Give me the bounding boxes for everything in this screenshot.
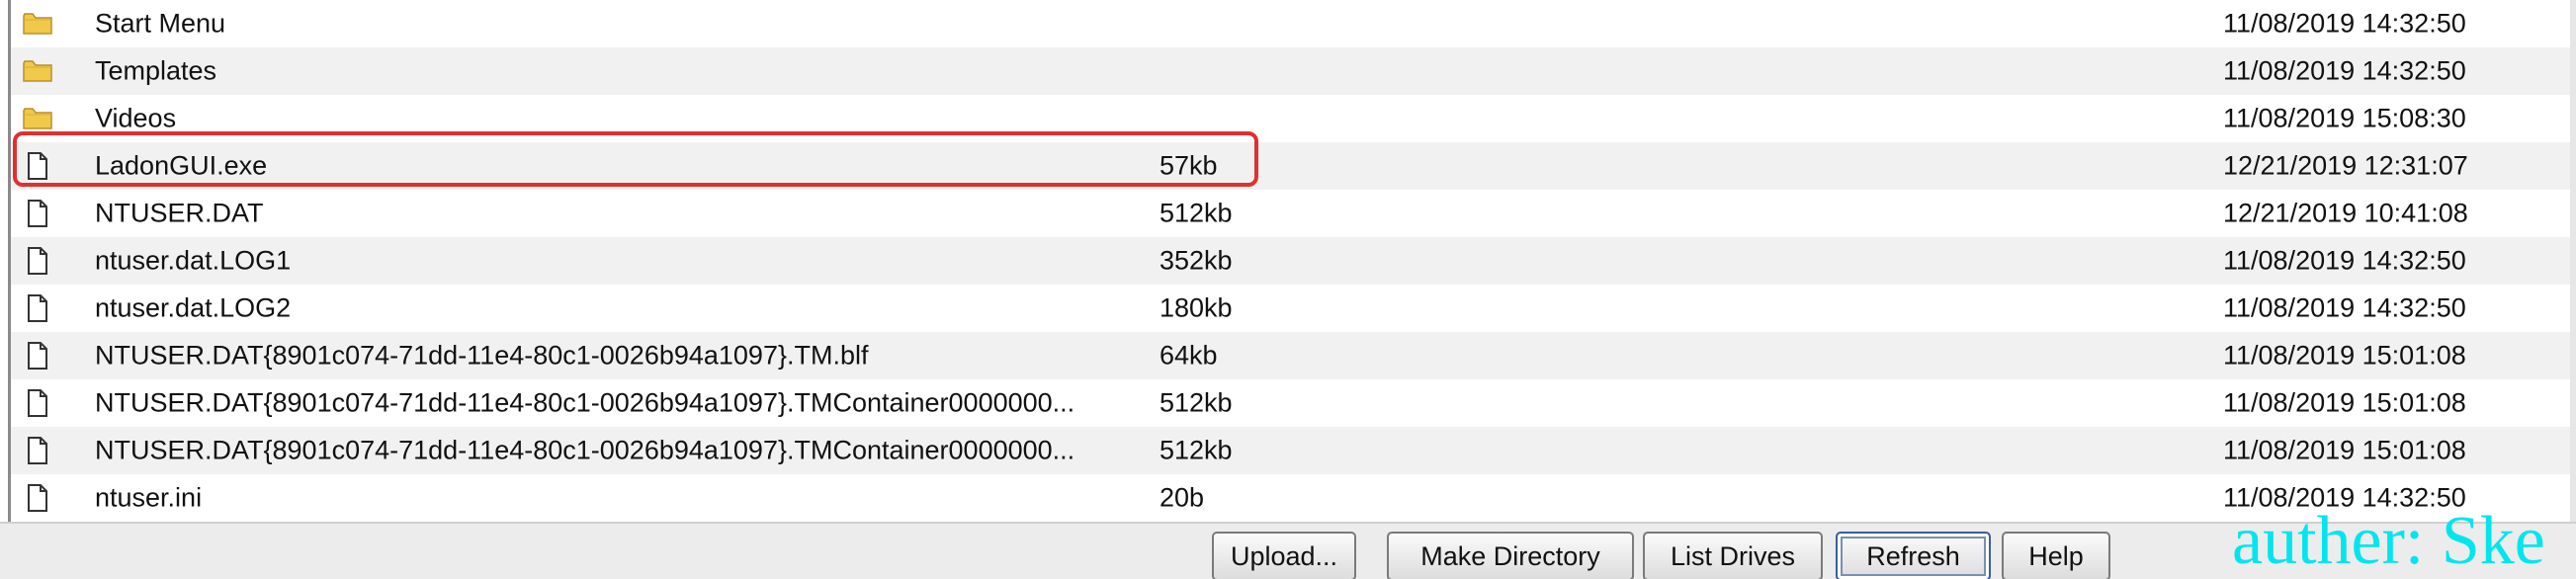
folder-icon [20,55,55,87]
file-row[interactable]: NTUSER.DAT{8901c074-71dd-11e4-80c1-0026b… [11,427,2576,474]
file-date: 11/08/2019 14:32:50 [2223,8,2466,39]
file-icon [20,292,55,324]
file-icon [20,387,55,419]
help-button[interactable]: Help [2002,532,2110,579]
folder-row[interactable]: Templates 11/08/2019 14:32:50 [11,47,2576,95]
file-date: 12/21/2019 12:31:07 [2223,150,2468,181]
file-date: 11/08/2019 15:01:08 [2223,387,2466,418]
file-icon [20,150,55,182]
file-list: Start Menu 11/08/2019 14:32:50 Templates 11… [11,0,2576,522]
file-name[interactable]: ntuser.dat.LOG1 [95,246,291,277]
file-row[interactable]: ntuser.ini 20b 11/08/2019 14:32:50 [11,474,2576,522]
button-bar: Upload... Make Directory List Drives Ref… [0,522,2576,579]
file-size: 352kb [1159,245,1233,276]
file-date: 11/08/2019 14:32:50 [2223,55,2466,86]
file-size: 512kb [1159,387,1233,418]
file-size: 512kb [1159,435,1233,465]
file-name[interactable]: NTUSER.DAT{8901c074-71dd-11e4-80c1-0026b… [95,341,869,372]
file-size: 180kb [1159,292,1233,323]
file-name[interactable]: Templates [95,56,216,87]
file-size: 64kb [1159,340,1218,371]
list-drives-button[interactable]: List Drives [1643,532,1823,579]
folder-icon [20,8,55,40]
folder-icon [20,103,55,134]
refresh-button[interactable]: Refresh [1836,532,1991,579]
file-size: 512kb [1159,198,1233,228]
file-icon [20,198,55,229]
file-name[interactable]: NTUSER.DAT [95,199,264,229]
file-name[interactable]: ntuser.ini [95,483,202,514]
file-icon [20,435,55,466]
upload-button[interactable]: Upload... [1212,532,1356,579]
file-row[interactable]: NTUSER.DAT 512kb 12/21/2019 10:41:08 [11,190,2576,237]
file-date: 12/21/2019 10:41:08 [2223,198,2468,228]
watermark-text: auther: Ske [2232,503,2545,579]
file-date: 11/08/2019 14:32:50 [2223,292,2466,323]
file-icon [20,340,55,372]
file-manager-window: Start Menu 11/08/2019 14:32:50 Templates 11… [0,0,2576,579]
file-date: 11/08/2019 15:01:08 [2223,435,2466,465]
file-icon [20,482,55,514]
file-row[interactable]: NTUSER.DAT{8901c074-71dd-11e4-80c1-0026b… [11,379,2576,427]
file-name[interactable]: ntuser.dat.LOG2 [95,293,291,324]
file-row[interactable]: ntuser.dat.LOG1 352kb 11/08/2019 14:32:50 [11,237,2576,285]
folder-row[interactable]: Videos 11/08/2019 15:08:30 [11,95,2576,142]
scrollbar-track[interactable] [2570,0,2576,522]
file-date: 11/08/2019 14:32:50 [2223,245,2466,276]
file-date: 11/08/2019 15:01:08 [2223,340,2466,371]
file-size: 20b [1159,482,1205,513]
file-icon [20,245,55,277]
file-name[interactable]: LadonGUI.exe [95,151,267,182]
file-name[interactable]: NTUSER.DAT{8901c074-71dd-11e4-80c1-0026b… [95,436,1074,466]
file-name[interactable]: NTUSER.DAT{8901c074-71dd-11e4-80c1-0026b… [95,388,1074,419]
file-name[interactable]: Videos [95,104,176,134]
file-size: 57kb [1159,150,1218,181]
make-directory-button[interactable]: Make Directory [1387,532,1634,579]
file-row[interactable]: NTUSER.DAT{8901c074-71dd-11e4-80c1-0026b… [11,332,2576,379]
file-name[interactable]: Start Menu [95,9,225,40]
file-row[interactable]: LadonGUI.exe 57kb 12/21/2019 12:31:07 [11,142,2576,190]
file-row[interactable]: ntuser.dat.LOG2 180kb 11/08/2019 14:32:50 [11,285,2576,332]
file-date: 11/08/2019 15:08:30 [2223,103,2466,133]
folder-row[interactable]: Start Menu 11/08/2019 14:32:50 [11,0,2576,47]
